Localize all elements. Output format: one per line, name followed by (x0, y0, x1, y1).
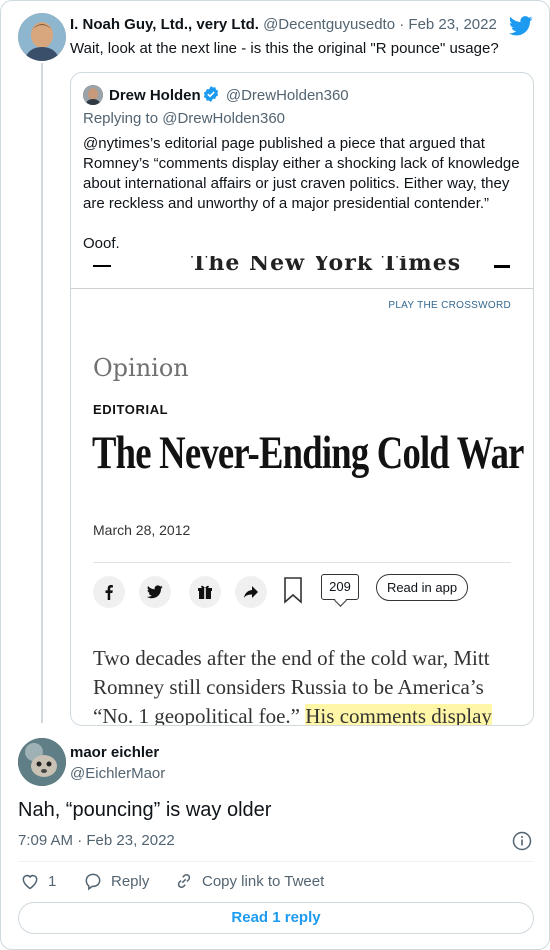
bookmark-icon (284, 577, 302, 604)
heart-icon (22, 874, 38, 890)
quote-author-name[interactable]: Drew Holden (109, 87, 201, 104)
nyt-date: March 28, 2012 (93, 522, 191, 538)
parent-author-handle[interactable]: @Decentguyusedto (263, 16, 395, 33)
reply-avatar[interactable] (18, 738, 66, 786)
reply-timestamp[interactable]: 7:09 AM · Feb 23, 2022 (18, 832, 175, 849)
reply-icon (85, 873, 101, 891)
verified-badge-icon (203, 86, 218, 102)
parent-author-name[interactable]: I. Noah Guy, Ltd., very Ltd. (70, 16, 259, 33)
like-button[interactable]: 1 (20, 871, 56, 891)
copy-link-button[interactable]: Copy link to Tweet (174, 871, 324, 891)
read-in-app-button: Read in app (376, 574, 468, 601)
divider (18, 861, 534, 862)
parent-header: I. Noah Guy, Ltd., very Ltd. @Decentguyu… (70, 16, 497, 33)
twitter-share-icon (139, 576, 171, 608)
gift-icon (189, 576, 221, 608)
reply-button[interactable]: Reply (83, 871, 149, 891)
thread-line (41, 63, 43, 723)
nyt-body-line: Romney still considers Russia to be Amer… (93, 675, 484, 699)
nyt-body-highlight: His comments display (305, 704, 492, 726)
share-arrow-icon (235, 576, 267, 608)
nyt-headline: The Never-Ending Cold War (92, 427, 524, 479)
nyt-editorial-label: EDITORIAL (93, 402, 169, 417)
nyt-body-line: “No. 1 geopolitical foe.” His comments d… (93, 702, 523, 726)
reply-label: Reply (111, 872, 150, 890)
quote-text-ooof: Ooof. (83, 235, 120, 252)
nyt-crossword-link: PLAY THE CROSSWORD (388, 300, 511, 311)
read-replies-button[interactable]: Read 1 reply (18, 902, 534, 934)
comments-count: 209 (321, 574, 359, 600)
nyt-divider-2 (93, 562, 511, 563)
reply-author-handle[interactable]: @EichlerMaor (70, 765, 165, 782)
replying-to: Replying to @DrewHolden360 (83, 110, 286, 127)
quote-author-handle[interactable]: @DrewHolden360 (226, 87, 349, 104)
nyt-masthead: The New York Times (191, 256, 462, 276)
nyt-body-line: Two decades after the end of the cold wa… (93, 646, 490, 670)
nyt-account-icon (494, 265, 510, 268)
twitter-bird-icon[interactable] (509, 15, 533, 37)
nyt-screenshot-image[interactable]: The New York Times PLAY THE CROSSWORD Op… (71, 256, 533, 726)
reply-tweet-text: Nah, “pouncing” is way older (18, 799, 272, 821)
parent-avatar[interactable] (18, 13, 66, 61)
copy-link-label: Copy link to Tweet (202, 872, 325, 890)
quoted-tweet[interactable]: Drew Holden @DrewHolden360 Replying to @… (70, 72, 534, 726)
link-icon (177, 873, 191, 889)
nyt-menu-icon (93, 265, 111, 267)
parent-date[interactable]: Feb 23, 2022 (408, 16, 496, 33)
nyt-section-label: Opinion (93, 354, 189, 382)
quote-text-main: @nytimes’s editorial page published a pi… (83, 135, 520, 212)
quote-avatar[interactable] (83, 85, 103, 105)
info-icon[interactable] (512, 831, 532, 851)
quote-text: @nytimes’s editorial page published a pi… (83, 134, 527, 254)
facebook-icon (93, 576, 125, 608)
nyt-divider (71, 288, 533, 289)
header-separator: · (399, 16, 405, 33)
reply-author-name[interactable]: maor eichler (70, 744, 159, 761)
parent-tweet-text: Wait, look at the next line - is this th… (70, 40, 499, 57)
tweet-embed-card: I. Noah Guy, Ltd., very Ltd. @Decentguyu… (0, 0, 550, 950)
nyt-article-body: Two decades after the end of the cold wa… (93, 644, 523, 726)
nyt-topbar: The New York Times (71, 256, 533, 288)
quote-header: Drew Holden @DrewHolden360 (109, 86, 349, 104)
like-count: 1 (48, 872, 57, 890)
nyt-body-plain: “No. 1 geopolitical foe.” (93, 704, 306, 726)
